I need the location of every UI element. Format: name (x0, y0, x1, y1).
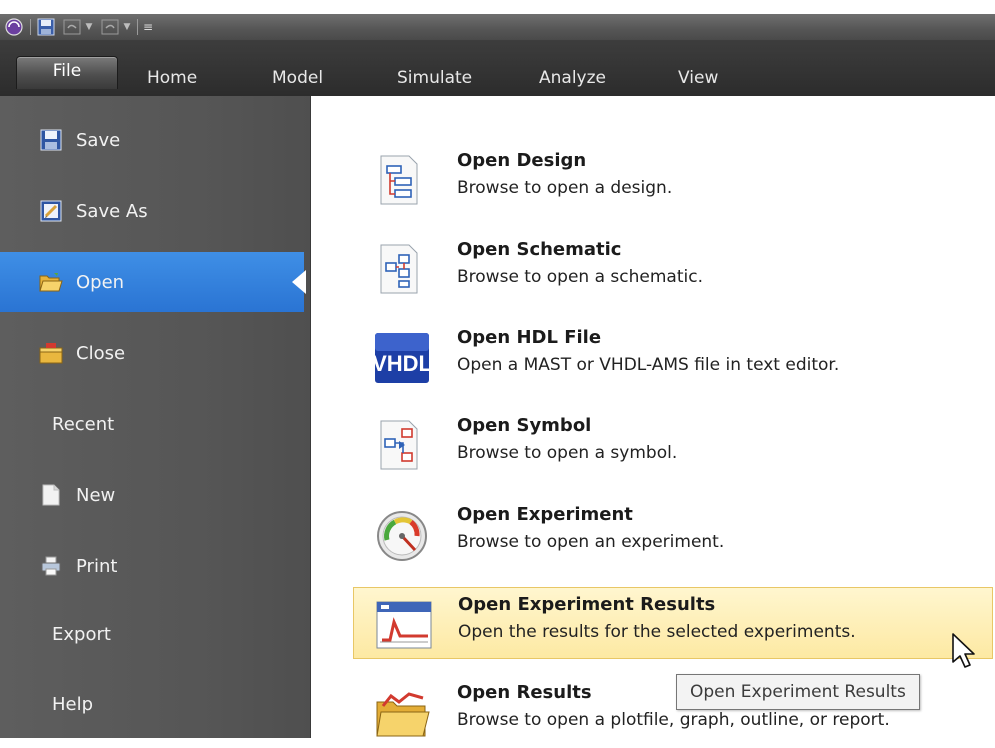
mouse-cursor-icon (951, 632, 977, 670)
sidebar-item-open[interactable]: Open (0, 252, 306, 312)
printer-icon (38, 554, 64, 578)
command-title: Open Experiment Results (458, 594, 716, 615)
sidebar-item-label: Help (52, 693, 94, 715)
command-title: Open Schematic (457, 239, 622, 260)
command-title: Open HDL File (457, 327, 602, 348)
open-experiment-results-command[interactable]: Open Experiment Results Open the results… (353, 587, 993, 659)
sidebar-item-print[interactable]: Print (0, 536, 300, 596)
tab-analyze[interactable]: Analyze (539, 63, 606, 93)
redo-icon[interactable] (99, 16, 121, 38)
sidebar-item-label: Close (76, 342, 126, 364)
sidebar-item-export[interactable]: Export (0, 604, 300, 664)
svg-text:VHDL: VHDL (375, 351, 429, 376)
symbol-icon (375, 417, 425, 473)
gauge-icon (375, 506, 427, 562)
open-folder-icon (38, 270, 64, 294)
tab-home[interactable]: Home (147, 63, 197, 93)
quick-access-toolbar: ▼ ▼ ≡ (0, 14, 995, 40)
sidebar-item-save-as[interactable]: Save As (0, 181, 300, 241)
schematic-icon (375, 241, 425, 297)
vhdl-icon: VHDL (372, 329, 432, 385)
results-window-icon (376, 596, 432, 652)
ribbon-tab-bar: File Home Model Simulate Analyze View (0, 40, 995, 96)
toolbar-separator (30, 19, 31, 35)
design-tree-icon (375, 152, 425, 208)
sidebar-item-label: Print (76, 555, 118, 577)
command-description: Browse to open a schematic. (457, 267, 703, 287)
command-description: Open the results for the selected experi… (458, 622, 856, 642)
backstage-sidebar: Save Save As Open Close Recent New Print (0, 96, 311, 738)
sidebar-item-label: Save (76, 129, 121, 151)
open-schematic-command[interactable]: Open Schematic Browse to open a schemati… (353, 233, 993, 305)
window-top-strip (0, 0, 995, 14)
command-title: Open Design (457, 150, 587, 171)
open-hdl-file-command[interactable]: VHDL Open HDL File Open a MAST or VHDL-A… (353, 321, 993, 393)
open-experiment-command[interactable]: Open Experiment Browse to open an experi… (353, 498, 993, 570)
sidebar-item-label: Recent (52, 413, 115, 435)
open-commands-panel: Open Design Browse to open a design. Ope… (311, 96, 995, 738)
tab-model[interactable]: Model (272, 63, 323, 93)
command-description: Browse to open a symbol. (457, 443, 678, 463)
command-description: Browse to open an experiment. (457, 532, 725, 552)
close-folder-icon (38, 341, 64, 365)
tab-view[interactable]: View (678, 63, 718, 93)
sidebar-item-close[interactable]: Close (0, 323, 300, 383)
open-design-command[interactable]: Open Design Browse to open a design. (353, 144, 993, 216)
command-description: Browse to open a plotfile, graph, outlin… (457, 710, 890, 730)
sidebar-item-help[interactable]: Help (0, 674, 300, 734)
command-description: Browse to open a design. (457, 178, 673, 198)
command-title: Open Results (457, 682, 592, 703)
command-title: Open Symbol (457, 415, 592, 436)
command-description: Open a MAST or VHDL-AMS file in text edi… (457, 355, 840, 375)
results-folder-icon (375, 684, 430, 740)
open-symbol-command[interactable]: Open Symbol Browse to open a symbol. (353, 409, 993, 481)
new-document-icon (38, 483, 64, 507)
app-orb-icon[interactable] (2, 16, 26, 38)
sidebar-item-label: Open (76, 271, 125, 293)
sidebar-item-label: Export (52, 623, 111, 645)
tab-simulate[interactable]: Simulate (397, 63, 472, 93)
sidebar-item-new[interactable]: New (0, 465, 300, 525)
save-icon (38, 128, 64, 152)
sidebar-item-label: New (76, 484, 116, 506)
toolbar-separator (137, 19, 138, 35)
undo-dropdown-icon[interactable]: ▼ (83, 16, 95, 38)
sidebar-item-recent[interactable]: Recent (0, 394, 300, 454)
active-indicator (292, 270, 306, 294)
sidebar-item-label: Save As (76, 200, 148, 222)
command-title: Open Experiment (457, 504, 633, 525)
save-as-icon (38, 199, 64, 223)
tab-file[interactable]: File (16, 56, 118, 89)
tooltip: Open Experiment Results (676, 674, 920, 710)
save-icon[interactable] (35, 16, 57, 38)
sidebar-item-save[interactable]: Save (0, 110, 300, 170)
customize-icon[interactable]: ≡ (142, 16, 154, 38)
redo-dropdown-icon[interactable]: ▼ (121, 16, 133, 38)
undo-icon[interactable] (61, 16, 83, 38)
